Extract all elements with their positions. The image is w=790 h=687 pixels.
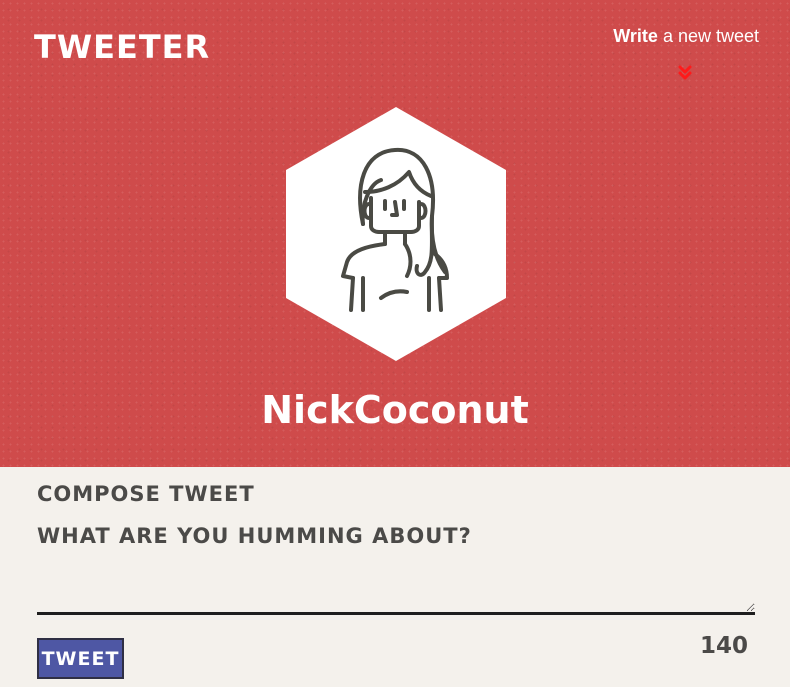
avatar — [285, 106, 507, 362]
tweet-input-label: What are you humming about? — [37, 524, 472, 548]
tweet-textarea[interactable] — [37, 560, 755, 615]
write-link-bold: Write — [613, 26, 658, 46]
double-chevron-down-icon[interactable] — [677, 64, 693, 82]
app-logo[interactable]: Tweeter — [34, 28, 210, 66]
profile-header: Tweeter Write a new tweet — [0, 0, 790, 467]
user-avatar-icon — [286, 107, 506, 361]
character-counter: 140 — [699, 633, 748, 659]
tweet-submit-button[interactable]: Tweet — [37, 638, 124, 679]
write-link-rest: a new tweet — [657, 26, 759, 46]
write-new-tweet-link[interactable]: Write a new tweet — [613, 25, 759, 47]
compose-title: Compose Tweet — [37, 482, 255, 506]
profile-username: NickCoconut — [261, 388, 529, 432]
